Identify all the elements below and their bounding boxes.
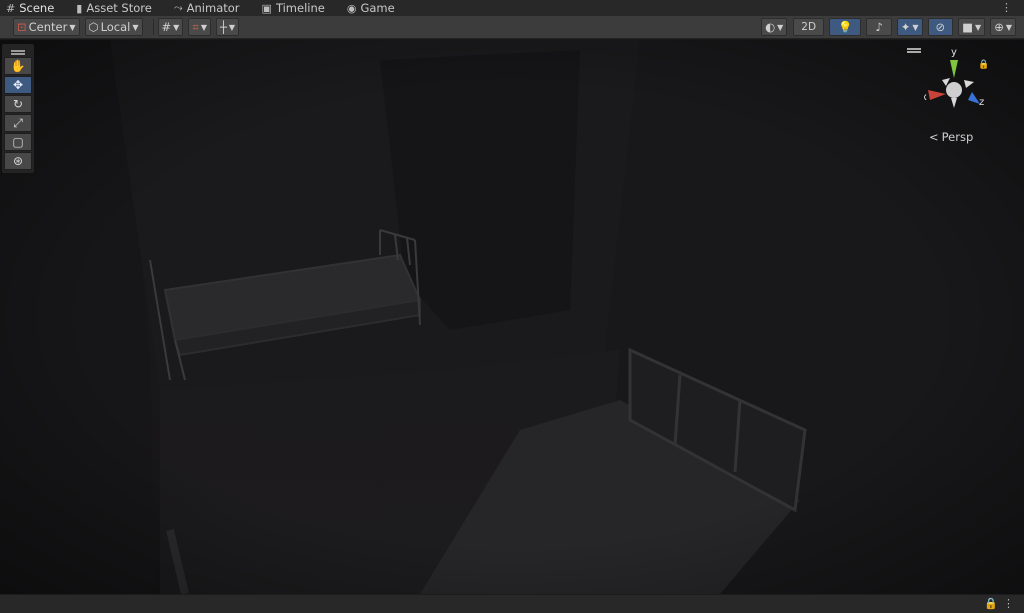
chevron-down-icon: ▼ xyxy=(228,22,236,32)
perspective-icon: < xyxy=(929,130,939,144)
timeline-icon: ▣ xyxy=(261,1,272,15)
gamepad-icon: ◉ xyxy=(346,1,357,15)
axis-gizmo-graphic: y x z 🔒 xyxy=(921,47,989,108)
tab-menu-icon[interactable]: ⋮ xyxy=(1001,0,1012,16)
scene-render xyxy=(0,40,1024,594)
move-tool-button[interactable]: ✥ xyxy=(4,76,32,94)
animator-icon: ⤳ xyxy=(173,1,183,14)
audio-toggle-button[interactable]: ♪ xyxy=(866,18,892,36)
tab-animator-label: Animator xyxy=(186,1,240,15)
tab-scene[interactable]: # Scene xyxy=(0,0,61,16)
rect-tool-button[interactable]: ▢ xyxy=(4,133,32,151)
x-axis-cone[interactable] xyxy=(928,90,946,100)
rect-transform-icon: ▢ xyxy=(12,135,24,149)
gizmo-icon: ⊕ xyxy=(994,20,1004,34)
pivot-mode-dropdown[interactable]: ⊡ Center ▼ xyxy=(13,18,80,36)
tab-asset-store-label: Asset Store xyxy=(86,1,152,15)
x-axis-label: x xyxy=(924,92,927,103)
chevron-down-icon: ▼ xyxy=(912,22,919,32)
camera-icon: ■ xyxy=(962,20,974,34)
toolbar-divider xyxy=(152,19,154,35)
chevron-down-icon: ▼ xyxy=(975,22,982,32)
lock-icon[interactable]: 🔒 xyxy=(984,597,998,610)
pivot-mode-label: Center xyxy=(28,20,68,34)
transform-icon: ⊛ xyxy=(12,154,24,168)
pivot-icon: ⊡ xyxy=(17,20,27,34)
effects-icon: ✦ xyxy=(900,20,911,34)
chevron-down-icon: ▼ xyxy=(777,22,784,32)
cube-icon: ⬡ xyxy=(88,20,99,34)
ruler-icon: ┼ xyxy=(219,20,227,34)
transform-tool-button[interactable]: ⊛ xyxy=(4,152,32,170)
rotate-tool-button[interactable]: ↻ xyxy=(4,95,32,113)
z-axis-label: z xyxy=(979,97,984,108)
chevron-down-icon: ▼ xyxy=(69,22,76,32)
space-mode-label: Local xyxy=(100,20,131,34)
tab-bar: # Scene ▮ Asset Store ⤳ Animator ▣ Timel… xyxy=(0,0,1024,16)
scale-tool-button[interactable]: ⤢ xyxy=(4,114,32,132)
audio-mute-icon: ♪ xyxy=(875,20,883,34)
tab-animator[interactable]: ⤳ Animator xyxy=(168,0,246,16)
chevron-down-icon: ▼ xyxy=(173,22,180,32)
gizmo-lock-icon[interactable]: 🔒 xyxy=(978,59,989,70)
hand-tool-button[interactable]: ✋ xyxy=(4,57,32,75)
y-axis-cone[interactable] xyxy=(950,60,958,78)
scene-toolbar: ⊡ Center ▼ ⬡ Local ▼ # ▼ ⌗ ▼ ┼ ▼ ◐ ▼ 2D … xyxy=(0,16,1024,39)
increment-snap-button[interactable]: ┼ ▼ xyxy=(215,18,240,36)
rotate-icon: ↻ xyxy=(12,97,24,111)
scale-icon: ⤢ xyxy=(13,115,23,130)
draw-mode-dropdown[interactable]: ◐ ▼ xyxy=(761,18,788,36)
projection-label: Persp xyxy=(941,130,974,144)
status-menu-icon[interactable]: ⋮ xyxy=(1003,597,1014,610)
camera-settings-dropdown[interactable]: ■ ▼ xyxy=(958,18,986,36)
neg-x-cone[interactable] xyxy=(964,80,974,88)
hand-icon: ✋ xyxy=(10,59,26,73)
eye-slash-icon: ⊘ xyxy=(935,20,946,34)
toggle-2d-label: 2D xyxy=(801,21,817,33)
tab-game-label: Game xyxy=(360,1,395,15)
snap-icon: ⌗ xyxy=(192,19,199,34)
chevron-down-icon: ▼ xyxy=(1005,22,1012,32)
space-mode-dropdown[interactable]: ⬡ Local ▼ xyxy=(84,18,143,36)
panel-grip-icon[interactable] xyxy=(4,48,32,56)
grid-visibility-button[interactable]: # ▼ xyxy=(157,18,184,36)
shopping-bag-icon: ▮ xyxy=(76,1,83,15)
grid-icon: # xyxy=(161,20,172,34)
lighting-toggle-button[interactable]: 💡 xyxy=(829,18,862,36)
grid-icon: # xyxy=(6,1,16,15)
move-arrows-icon: ✥ xyxy=(12,78,24,92)
gizmos-dropdown[interactable]: ⊕ ▼ xyxy=(990,18,1016,36)
lightbulb-icon: 💡 xyxy=(838,20,853,34)
scene-viewport[interactable]: ✋ ✥ ↻ ⤢ ▢ ⊛ y x z 🔒 < Persp xyxy=(0,40,1024,594)
gizmo-grip-icon[interactable] xyxy=(907,48,921,50)
transform-tools-panel: ✋ ✥ ↻ ⤢ ▢ ⊛ xyxy=(2,44,34,173)
tab-asset-store[interactable]: ▮ Asset Store xyxy=(70,0,158,16)
tab-timeline[interactable]: ▣ Timeline xyxy=(256,0,331,16)
shading-icon: ◐ xyxy=(765,20,776,34)
y-axis-label: y xyxy=(951,47,957,58)
tab-timeline-label: Timeline xyxy=(275,1,325,15)
vignette xyxy=(0,40,1024,594)
effects-dropdown[interactable]: ✦ ▼ xyxy=(896,18,923,36)
gizmo-center-cube[interactable] xyxy=(946,82,962,98)
hidden-objects-toggle[interactable]: ⊘ xyxy=(927,18,954,36)
chevron-down-icon: ▼ xyxy=(132,22,139,32)
grid-snap-button[interactable]: ⌗ ▼ xyxy=(188,18,211,36)
tab-game[interactable]: ◉ Game xyxy=(341,0,401,16)
chevron-down-icon: ▼ xyxy=(200,22,207,32)
orientation-gizmo[interactable]: y x z 🔒 < Persp xyxy=(907,46,1004,144)
neg-y-cone[interactable] xyxy=(951,98,957,108)
tab-scene-label: Scene xyxy=(19,1,55,15)
toggle-2d-button[interactable]: 2D xyxy=(793,18,825,36)
status-bar: 🔒 ⋮ xyxy=(0,594,1024,613)
projection-toggle[interactable]: < Persp xyxy=(929,130,973,144)
